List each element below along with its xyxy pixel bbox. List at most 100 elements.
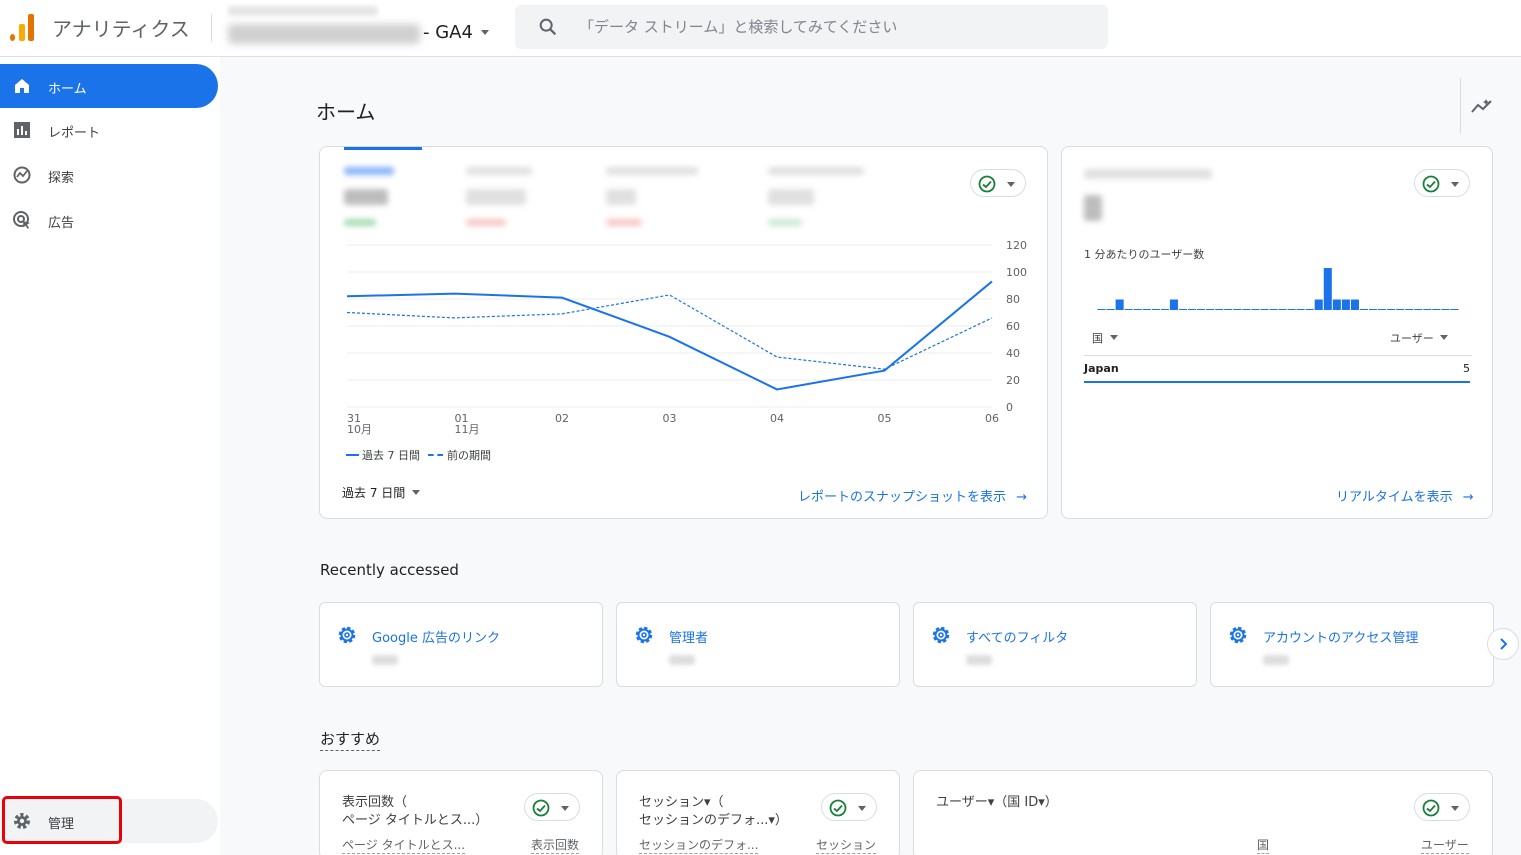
realtime-link[interactable]: リアルタイムを表示 → — [1336, 486, 1474, 505]
recent-item-sub-redacted — [669, 655, 695, 665]
sidebar-item-home[interactable]: ホーム — [0, 64, 218, 108]
row-country: Japan — [1084, 362, 1119, 375]
y-tick-label: 60 — [1006, 320, 1020, 333]
rec-card-title[interactable]: ユーザー▾（国 ID▾） — [936, 794, 1058, 812]
recommended-card-sessions: セッション▾（ セッションのデフォ...▾） セッションのデフォ... セッショ… — [616, 770, 900, 855]
per-minute-bar — [1160, 309, 1169, 310]
recent-item-label: 管理者 — [669, 631, 709, 646]
per-minute-bar — [1378, 309, 1387, 310]
data-quality-pill[interactable] — [821, 793, 877, 821]
per-minute-bar — [1396, 309, 1405, 310]
rec-col-dimension: ページ タイトルとス... — [342, 838, 466, 854]
check-circle-icon — [829, 799, 847, 817]
per-minute-bar — [1188, 309, 1197, 310]
per-minute-bar — [1133, 309, 1142, 310]
per-minute-bar — [1432, 309, 1441, 310]
top-bar: アナリティクス - GA4 「データ ストリーム」と検索してみてください — [0, 0, 1521, 57]
per-minute-bar — [1206, 309, 1215, 310]
per-minute-bar — [1387, 309, 1396, 310]
gear-icon — [932, 626, 950, 644]
per-minute-bar — [1341, 299, 1350, 310]
carousel-next-button[interactable] — [1487, 628, 1519, 660]
row-users: 5 — [1463, 362, 1470, 375]
per-minute-bar — [1450, 309, 1459, 310]
analytics-logo-icon[interactable] — [10, 13, 36, 41]
per-minute-bar — [1369, 309, 1378, 310]
metric-tab-engagement[interactable] — [768, 167, 868, 239]
recent-item-sub-redacted — [1263, 655, 1289, 665]
rec-card-title[interactable]: セッション▾（ セッションのデフォ...▾） — [639, 794, 788, 830]
rec-card-title-line2: ページ タイトルとス...） — [342, 813, 489, 828]
report-snapshot-link-label: レポートのスナップショットを表示 — [798, 490, 1007, 505]
property-suffix: - GA4 — [423, 22, 473, 43]
metric-tab-new-users[interactable] — [606, 167, 706, 239]
table-row[interactable]: Japan 5 — [1084, 362, 1472, 384]
page-title: ホーム — [316, 100, 376, 124]
per-minute-bar — [1305, 309, 1314, 310]
property-selector[interactable]: - GA4 — [423, 22, 489, 43]
chevron-down-icon — [858, 806, 866, 811]
recent-item-account-access[interactable]: アカウントのアクセス管理 — [1210, 602, 1494, 687]
per-minute-bar — [1278, 309, 1287, 310]
metric-tab-events[interactable] — [466, 167, 542, 239]
sidebar-item-explore[interactable]: 探索 — [0, 153, 218, 197]
y-tick-label: 80 — [1006, 293, 1020, 306]
per-minute-bar — [1296, 309, 1305, 310]
insights-button[interactable] — [1460, 78, 1521, 134]
legend-previous-swatch — [428, 454, 443, 456]
recent-heading: Recently accessed — [320, 561, 459, 579]
users-metric-selector[interactable]: ユーザー — [1390, 330, 1449, 346]
app-title[interactable]: アナリティクス — [52, 13, 190, 42]
y-tick-label: 120 — [1006, 239, 1027, 252]
sidebar-item-reports[interactable]: レポート — [0, 108, 218, 152]
rec-card-title-line1: セッション▾（ — [639, 795, 724, 810]
per-minute-label: 1 分あたりのユーザー数 — [1084, 248, 1205, 261]
recent-item-sub-redacted — [372, 655, 398, 665]
recent-item-google-ads-link[interactable]: Google 広告のリンク — [319, 602, 603, 687]
property-name-redacted[interactable] — [228, 24, 420, 44]
recommended-card-pageviews: 表示回数（ ページ タイトルとス...） ページ タイトルとス... 表示回数 — [319, 770, 603, 855]
chevron-down-icon — [412, 490, 421, 495]
y-tick-label: 40 — [1006, 347, 1020, 360]
sidebar-item-label: レポート — [48, 126, 101, 141]
sidebar-item-label: 探索 — [48, 171, 75, 186]
chevron-down-icon — [480, 30, 489, 35]
per-minute-bar — [1233, 309, 1242, 310]
gear-icon — [1229, 626, 1247, 644]
x-tick-label: 04 — [770, 412, 784, 425]
report-snapshot-link[interactable]: レポートのスナップショットを表示 → — [798, 486, 1027, 505]
x-tick-label: 03 — [663, 412, 677, 425]
per-minute-bar — [1251, 309, 1260, 310]
gear-icon — [338, 626, 356, 644]
y-tick-label: 100 — [1006, 266, 1027, 279]
metric-tab-users[interactable] — [344, 167, 400, 239]
data-quality-pill[interactable] — [524, 793, 580, 821]
per-minute-bar — [1405, 309, 1414, 310]
sidebar-item-advertising[interactable]: 広告 — [0, 198, 218, 242]
search-bar[interactable]: 「データ ストリーム」と検索してみてください — [515, 5, 1108, 49]
chart-legend: 過去 7 日間 前の期間 — [346, 447, 491, 463]
chevron-right-icon — [1500, 638, 1508, 650]
recent-item-label: アカウントのアクセス管理 — [1263, 631, 1419, 646]
per-minute-bar — [1260, 309, 1269, 310]
data-quality-pill[interactable] — [970, 169, 1026, 197]
per-minute-bar — [1124, 309, 1133, 310]
recent-item-all-filters[interactable]: すべてのフィルタ — [913, 602, 1197, 687]
recent-item-admins[interactable]: 管理者 — [616, 602, 900, 687]
country-dimension-selector[interactable]: 国 — [1092, 330, 1118, 346]
per-minute-bar — [1323, 268, 1332, 310]
x-tick-label: 10月 — [347, 423, 372, 436]
per-minute-bar-chart — [1097, 268, 1459, 310]
per-minute-bar — [1314, 299, 1323, 310]
home-icon — [15, 79, 29, 93]
legend-current-label: 過去 7 日間 — [362, 449, 420, 462]
date-range-selector[interactable]: 過去 7 日間 — [342, 484, 421, 501]
rec-card-title[interactable]: 表示回数（ ページ タイトルとス...） — [342, 794, 488, 830]
recommended-card-users-by-country: ユーザー▾（国 ID▾） 国 ユーザー — [913, 770, 1493, 855]
data-quality-pill[interactable] — [1414, 793, 1470, 821]
sidebar: ホーム レポート 探索 広告 管理 — [0, 57, 220, 855]
check-circle-icon — [978, 175, 996, 193]
per-minute-bar — [1242, 309, 1251, 310]
data-quality-pill[interactable] — [1414, 169, 1470, 197]
arrow-right-icon: → — [1462, 490, 1474, 505]
